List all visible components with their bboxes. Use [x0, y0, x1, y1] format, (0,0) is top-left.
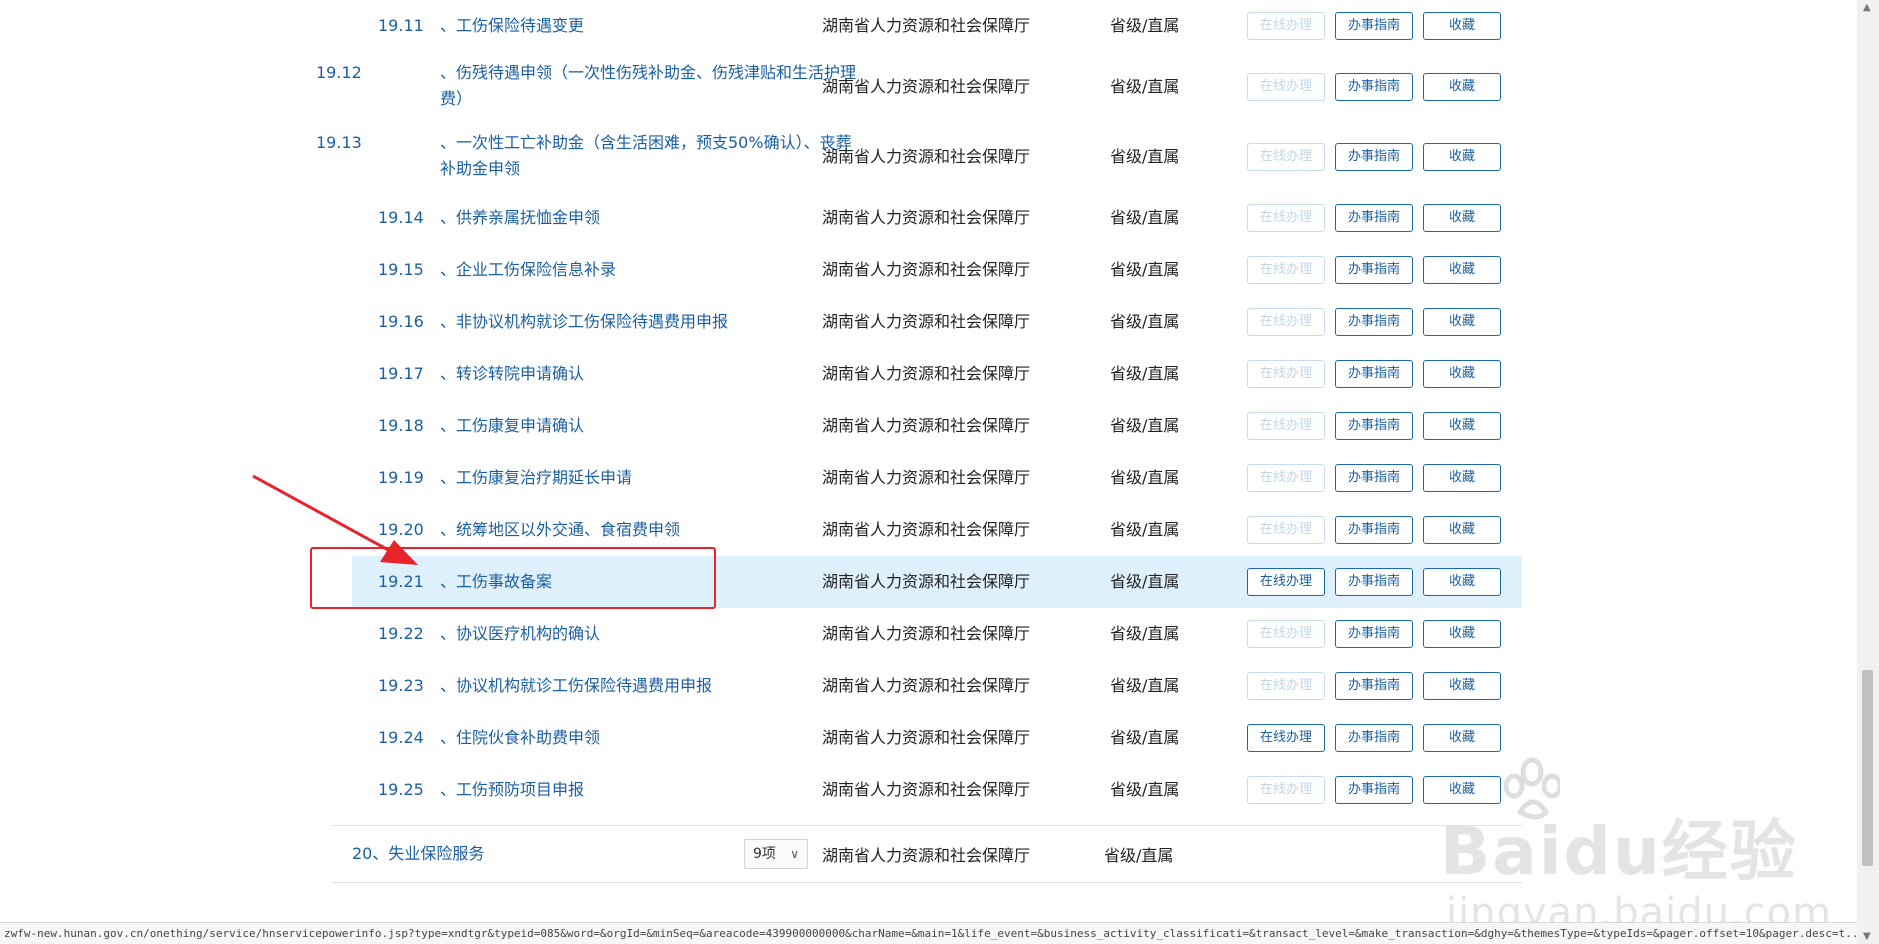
scrollbar-thumb[interactable] [1862, 670, 1873, 866]
scroll-down-icon[interactable]: ▼ [1863, 931, 1871, 942]
vertical-scrollbar[interactable]: ▲ ▼ [1857, 0, 1879, 944]
scroll-up-icon[interactable]: ▲ [1863, 2, 1871, 13]
annotation-arrow-icon [252, 474, 418, 565]
status-bar-url: zwfw-new.hunan.gov.cn/onething/service/h… [0, 922, 1857, 944]
